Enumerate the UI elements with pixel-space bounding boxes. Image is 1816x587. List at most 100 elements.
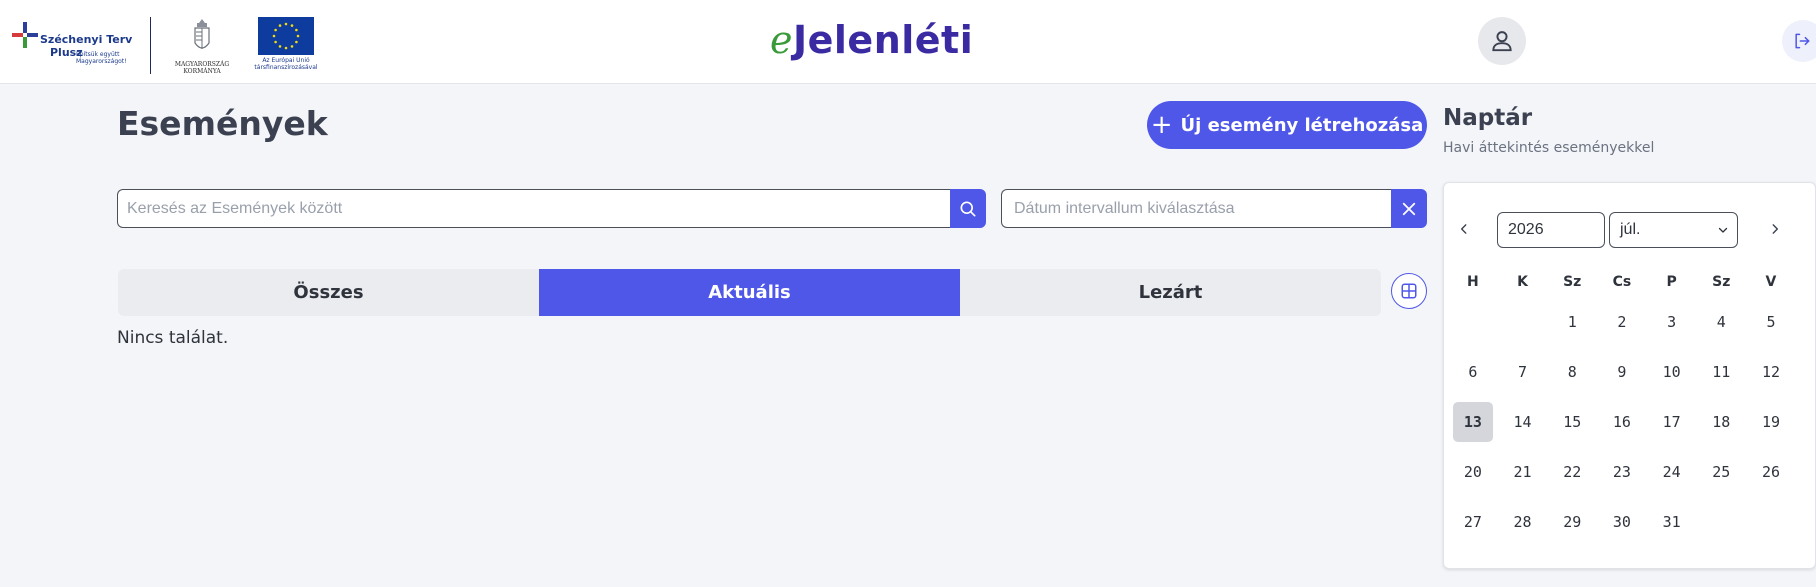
calendar-day-number: 18: [1712, 413, 1731, 431]
government-name-line-1: MAGYARORSZÁG: [174, 61, 230, 68]
calendar-day[interactable]: 29: [1547, 513, 1597, 531]
szechenyi-subtitle: Építsük együtt Magyarországot!: [76, 51, 136, 65]
weekday-label: H: [1466, 274, 1479, 290]
szechenyi-title-line-1: Széchenyi Terv: [40, 33, 133, 46]
logo-divider: [150, 17, 151, 74]
calendar-day[interactable]: 31: [1647, 513, 1697, 531]
weekday-header-row: H K Sz Cs P Sz V: [1448, 267, 1812, 297]
calendar-day[interactable]: 20: [1448, 463, 1498, 481]
calendar-day-number: 19: [1761, 413, 1780, 431]
calendar-day[interactable]: 14: [1498, 413, 1548, 431]
calendar-day[interactable]: 17: [1647, 413, 1697, 431]
calendar-day-number: 17: [1662, 413, 1681, 431]
chevron-left-icon: [1460, 224, 1467, 234]
calendar-day[interactable]: 13: [1448, 402, 1498, 442]
calendar-day-number: 30: [1612, 513, 1631, 531]
calendar-day-number: 31: [1662, 513, 1681, 531]
szechenyi-sub-line-1: Építsük együtt: [76, 51, 120, 58]
year-input[interactable]: 2026: [1497, 212, 1605, 248]
calendar-day-number: 14: [1513, 413, 1532, 431]
calendar-day[interactable]: 11: [1696, 363, 1746, 381]
government-logo: MAGYARORSZÁG KORMÁNYA: [168, 17, 236, 77]
calendar-day-number: 25: [1712, 463, 1731, 481]
calendar-day[interactable]: 28: [1498, 513, 1548, 531]
page-title: Események: [117, 104, 328, 143]
szechenyi-sub-line-2: Magyarországot!: [76, 58, 127, 65]
app-brand-logo[interactable]: eJelenléti: [770, 18, 973, 68]
calendar-subtitle: Havi áttekintés eseményekkel: [1443, 140, 1655, 156]
weekday-label: Cs: [1612, 274, 1632, 290]
calendar-day[interactable]: 18: [1696, 413, 1746, 431]
calendar-day[interactable]: 27: [1448, 513, 1498, 531]
calendar-day[interactable]: 15: [1547, 413, 1597, 431]
calendar-day-number: 8: [1567, 363, 1577, 381]
empty-state-text: Nincs találat.: [117, 328, 229, 348]
calendar-day[interactable]: 12: [1746, 363, 1796, 381]
calendar-day-number: 1: [1567, 313, 1577, 331]
calendar-day[interactable]: 30: [1597, 513, 1647, 531]
calendar-day[interactable]: 3: [1647, 313, 1697, 331]
calendar-day[interactable]: 25: [1696, 463, 1746, 481]
calendar-day[interactable]: 10: [1647, 363, 1697, 381]
month-select[interactable]: júl.: [1609, 212, 1738, 248]
search-icon: [960, 201, 976, 216]
clear-date-button[interactable]: [1391, 189, 1427, 228]
calendar-weeks: 1 2 3 4 5 6 7 8 9 10 11 12 13 14 15 16 17 18 19 20 21 22 23 24 2…: [1448, 297, 1812, 547]
calendar-day-number: 7: [1518, 363, 1528, 381]
calendar-day-number: 2: [1617, 313, 1627, 331]
logout-button[interactable]: [1782, 20, 1816, 62]
szechenyi-cross-icon: [12, 22, 38, 48]
calendar-day[interactable]: 21: [1498, 463, 1548, 481]
calendar-week-row: 13 14 15 16 17 18 19: [1448, 397, 1812, 447]
calendar-day[interactable]: 24: [1647, 463, 1697, 481]
next-month-button[interactable]: [1765, 219, 1785, 239]
calendar-day-number: 21: [1513, 463, 1532, 481]
calendar-day[interactable]: 8: [1547, 363, 1597, 381]
calendar-day[interactable]: 6: [1448, 363, 1498, 381]
tab-lezart[interactable]: Lezárt: [960, 269, 1381, 316]
previous-month-button[interactable]: [1454, 219, 1474, 239]
grid-view-toggle[interactable]: [1391, 273, 1427, 309]
calendar-title: Naptár: [1443, 105, 1533, 131]
calendar-day-number: 15: [1563, 413, 1582, 431]
calendar-day[interactable]: 19: [1746, 413, 1796, 431]
eu-text-line-2: társfinanszírozásával: [254, 64, 318, 71]
user-avatar-button[interactable]: [1478, 17, 1526, 65]
calendar-day-number: 11: [1712, 363, 1731, 381]
new-event-button[interactable]: + Új esemény létrehozása: [1147, 101, 1427, 149]
close-icon: [1402, 202, 1416, 215]
tab-osszes[interactable]: Összes: [118, 269, 539, 316]
calendar-day-number: 23: [1612, 463, 1631, 481]
date-range-picker: [1001, 189, 1427, 228]
calendar-day-number: 6: [1468, 363, 1478, 381]
calendar-day[interactable]: 26: [1746, 463, 1796, 481]
calendar-day-number: 27: [1463, 513, 1482, 531]
calendar-day[interactable]: 2: [1597, 313, 1647, 331]
calendar-day[interactable]: 5: [1746, 313, 1796, 331]
calendar-day-number: 20: [1463, 463, 1482, 481]
calendar-day[interactable]: 4: [1696, 313, 1746, 331]
government-name-line-2: KORMÁNYA: [183, 68, 221, 75]
search-input[interactable]: [117, 189, 950, 228]
szechenyi-terv-plusz-logo: Széchenyi Terv Plusz Építsük együtt Magy…: [12, 20, 142, 66]
user-icon: [1492, 31, 1512, 52]
grid-view-icon: [1401, 283, 1417, 299]
weekday-label: P: [1666, 274, 1677, 290]
tab-aktualis[interactable]: Aktuális: [539, 269, 960, 316]
weekday-label: Sz: [1712, 274, 1731, 290]
weekday-label: K: [1517, 274, 1528, 290]
calendar-day[interactable]: 9: [1597, 363, 1647, 381]
coat-of-arms-icon: [194, 19, 210, 49]
calendar-day-number: 13: [1452, 402, 1493, 442]
calendar-day-number: 9: [1617, 363, 1627, 381]
chevron-down-icon: [1718, 227, 1728, 233]
calendar-widget: 2026 júl. H K Sz Cs P Sz V 1 2 3 4 5 6 7 8 9 10 11…: [1443, 182, 1816, 569]
calendar-day[interactable]: 22: [1547, 463, 1597, 481]
calendar-day[interactable]: 7: [1498, 363, 1548, 381]
calendar-day[interactable]: 23: [1597, 463, 1647, 481]
date-range-input[interactable]: [1001, 189, 1391, 228]
search-button[interactable]: [950, 189, 986, 228]
calendar-day[interactable]: 1: [1547, 313, 1597, 331]
calendar-day-number: 16: [1612, 413, 1631, 431]
calendar-day[interactable]: 16: [1597, 413, 1647, 431]
